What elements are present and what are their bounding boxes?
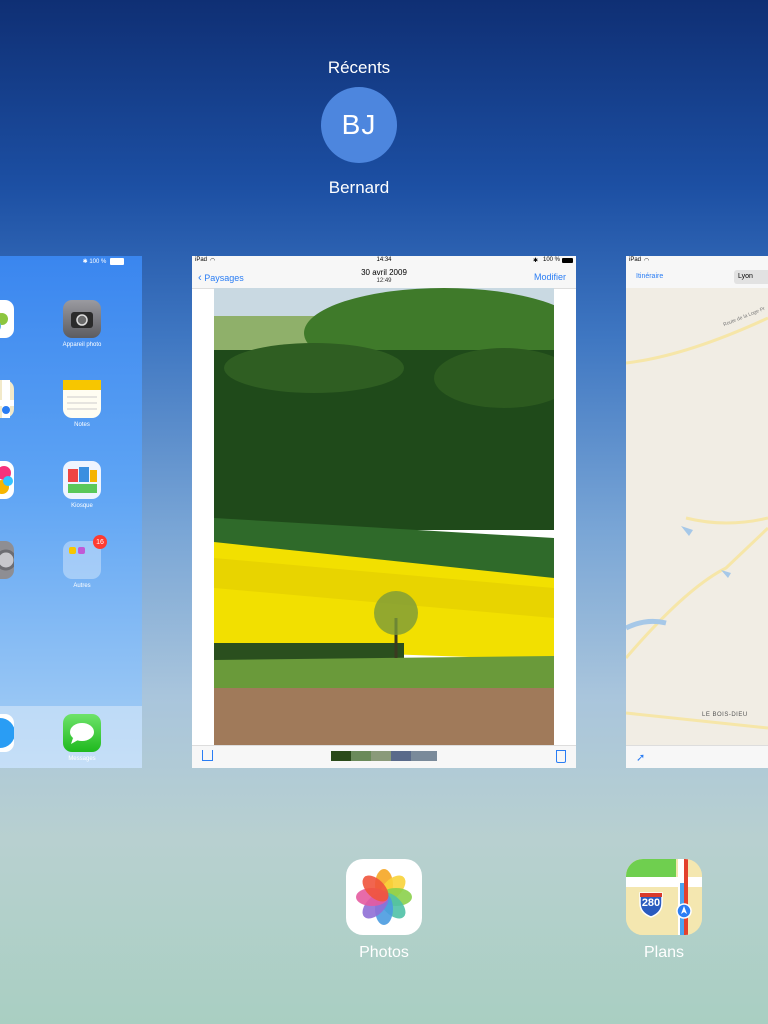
maps-app-icon[interactable]: 280 bbox=[626, 859, 702, 935]
home-screen-card[interactable]: ✱ 100 % os s nter ges Appareil photo Not… bbox=[0, 256, 142, 768]
notes-app-icon[interactable] bbox=[63, 380, 101, 418]
folder-icon[interactable]: 16 bbox=[63, 535, 107, 579]
home-status-bar: ✱ 100 % bbox=[83, 258, 124, 265]
navigation-bar: ‹ Paysages 30 avril 2009 12:49 Modifier bbox=[192, 266, 576, 289]
app-label-camera: Appareil photo bbox=[62, 342, 102, 348]
status-bar: iPad ◠ bbox=[626, 256, 768, 266]
maps-app-label: Plans bbox=[643, 944, 685, 961]
app-label-partial: i bbox=[0, 756, 10, 762]
home-dock: i Messages bbox=[0, 706, 142, 768]
app-label-folder: Autres bbox=[73, 583, 91, 589]
share-icon[interactable] bbox=[202, 750, 213, 761]
map-view[interactable] bbox=[626, 288, 768, 746]
game-center-app-icon[interactable] bbox=[0, 461, 14, 499]
app-label-partial: s bbox=[0, 422, 10, 428]
thumbnail-strip[interactable] bbox=[331, 751, 437, 761]
place-label: LE BOIS-DIEU bbox=[702, 712, 748, 718]
contact-avatar[interactable]: BJ bbox=[321, 87, 397, 163]
edit-button[interactable]: Modifier bbox=[534, 272, 566, 282]
messages-app-icon[interactable] bbox=[63, 714, 101, 752]
device-label: iPad bbox=[629, 257, 642, 263]
bluetooth-icon: ✱ bbox=[82, 259, 88, 266]
contact-name: Bernard bbox=[328, 178, 390, 197]
location-arrow-icon[interactable]: ➚ bbox=[636, 751, 645, 764]
photos-app-icon[interactable] bbox=[346, 859, 422, 935]
maps-app-icon[interactable] bbox=[0, 380, 14, 418]
photo-time-subtitle: 12:49 bbox=[376, 278, 392, 284]
safari-app-icon[interactable] bbox=[0, 714, 15, 752]
recents-title: Récents bbox=[327, 58, 391, 77]
status-time: 14:34 bbox=[376, 257, 392, 263]
app-label-partial: os bbox=[0, 342, 10, 348]
photo-date-title: 30 avril 2009 bbox=[361, 268, 407, 277]
battery-icon bbox=[562, 258, 573, 263]
app-label-newsstand: Kiosque bbox=[71, 503, 93, 509]
photos-toolbar bbox=[192, 745, 576, 768]
settings-app-icon[interactable] bbox=[0, 541, 17, 579]
newsstand-app-icon[interactable] bbox=[63, 461, 101, 499]
directions-button[interactable]: Itinéraire bbox=[636, 273, 663, 280]
battery-label: 100 % bbox=[542, 257, 560, 263]
highway-shield-label: 280 bbox=[641, 897, 661, 909]
bluetooth-icon: ✱ bbox=[532, 258, 538, 264]
app-label-messages: Messages bbox=[68, 756, 96, 762]
landscape-photo[interactable] bbox=[214, 288, 554, 746]
app-label-partial: ges bbox=[0, 583, 10, 589]
status-bar: iPad ◠ 14:34 ✱ 100 % bbox=[192, 256, 576, 266]
battery-label: 100 % bbox=[89, 259, 107, 266]
battery-icon bbox=[110, 258, 124, 265]
maps-toolbar: ➚ bbox=[626, 745, 768, 768]
app-label-notes: Notes bbox=[74, 422, 90, 428]
photos-app-card[interactable]: iPad ◠ 14:34 ✱ 100 % ‹ Paysages 30 avril… bbox=[192, 256, 576, 768]
maps-app-card[interactable]: iPad ◠ Itinéraire Lyon Route de la Loge … bbox=[626, 256, 768, 768]
photos-app-label: Photos bbox=[359, 944, 409, 961]
wifi-icon: ◠ bbox=[644, 258, 650, 264]
notification-badge: 16 bbox=[93, 535, 107, 549]
camera-app-icon[interactable] bbox=[63, 300, 101, 338]
app-label-partial: nter bbox=[0, 503, 10, 509]
maps-search-field[interactable]: Lyon bbox=[734, 270, 768, 284]
photos-app-icon[interactable] bbox=[0, 300, 14, 338]
trash-icon[interactable] bbox=[556, 750, 566, 763]
maps-navigation-bar: Itinéraire Lyon bbox=[626, 266, 768, 289]
